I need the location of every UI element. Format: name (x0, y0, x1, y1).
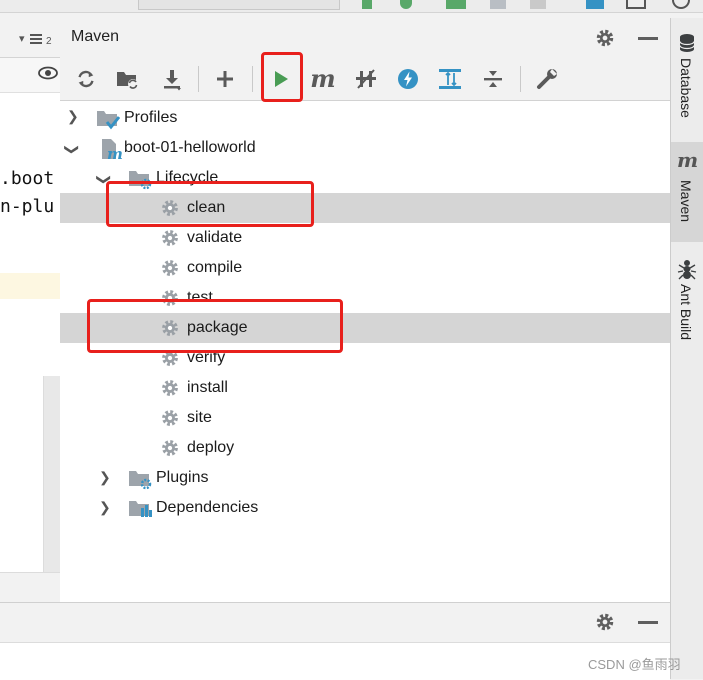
goal-label: install (187, 379, 228, 396)
gear-icon[interactable] (594, 27, 616, 49)
collapse-all-button[interactable] (478, 64, 508, 94)
maven-settings-button[interactable] (533, 64, 563, 94)
download-icon (164, 70, 181, 91)
dependencies-folder-icon (129, 501, 152, 517)
tab-label-database: Database (678, 58, 694, 118)
editor-tab-header: ▾ 2 (0, 22, 60, 58)
goal-gear-icon (162, 440, 178, 456)
annotation-run-highlight (261, 52, 303, 102)
run-icon-top[interactable] (362, 0, 372, 9)
profiles-folder-icon (97, 111, 120, 130)
tab-label-ant-build: Ant Build (678, 284, 694, 341)
database-icon (679, 34, 695, 52)
maven-project-icon: m (102, 139, 122, 161)
lifecycle-goal-row-deploy[interactable] (60, 433, 670, 463)
toggle-offline-icon (356, 69, 376, 89)
goal-label: compile (187, 259, 243, 276)
bottom-panel-content (0, 642, 670, 680)
run-config-dropdown[interactable] (138, 0, 340, 10)
toolbar-separator (252, 66, 253, 92)
dropdown-icon[interactable]: ▾ (19, 32, 25, 45)
chevron-right-icon[interactable]: ❯ (67, 108, 79, 125)
generate-sources-button[interactable] (113, 64, 143, 94)
add-icon (217, 71, 233, 87)
editor-subheader (0, 58, 60, 93)
skip-tests-button[interactable] (393, 64, 423, 94)
minimize-icon[interactable] (638, 621, 658, 624)
lifecycle-goal-row-validate[interactable] (60, 223, 670, 253)
stop-icon-top[interactable] (530, 0, 546, 9)
reimport-icon (78, 70, 94, 88)
toolbar-separator (198, 66, 199, 92)
coverage-icon-top[interactable] (446, 0, 466, 9)
reimport-button[interactable] (71, 64, 101, 94)
goal-gear-icon (162, 410, 178, 426)
toggle-offline-button[interactable] (351, 64, 381, 94)
chevron-down-icon[interactable]: ❯ (63, 144, 80, 156)
minimize-icon[interactable] (638, 37, 658, 40)
goal-label: validate (187, 229, 243, 246)
code-line: .boot (0, 168, 55, 189)
generate-sources-icon (117, 72, 138, 89)
execute-goal-icon: m (310, 64, 336, 93)
annotation-package-highlight (87, 299, 343, 353)
chevron-right-icon[interactable]: ❯ (99, 469, 111, 486)
project-label: boot-01-helloworld (124, 139, 256, 156)
watermark-text: CSDN @鱼雨羽 (588, 657, 681, 672)
goal-gear-icon (162, 230, 178, 246)
profiles-label: Profiles (124, 109, 178, 126)
dependencies-label: Dependencies (156, 499, 259, 516)
editor-scrollbar[interactable] (43, 376, 61, 572)
goal-label: deploy (187, 439, 235, 456)
maven-panel-title: Maven (71, 28, 120, 45)
svg-text:m: m (107, 145, 122, 161)
current-line-highlight (0, 273, 60, 299)
plugins-label: Plugins (156, 469, 209, 486)
code-line: n-plu (0, 196, 55, 217)
toolbar-separator (520, 66, 521, 92)
search-icon-top[interactable] (672, 0, 690, 9)
wrench-icon (537, 69, 557, 89)
lifecycle-goal-row-site[interactable] (60, 403, 670, 433)
skip-tests-icon (398, 69, 418, 89)
download-button[interactable] (157, 64, 187, 94)
goal-gear-icon (162, 260, 178, 276)
profile-icon-top[interactable] (490, 0, 506, 9)
window-icon-top[interactable] (626, 0, 646, 9)
ant-icon (677, 260, 697, 280)
eye-icon[interactable] (38, 66, 58, 80)
annotation-clean-highlight (106, 181, 314, 227)
debug-icon-top[interactable] (400, 0, 412, 9)
maven-icon: m (677, 148, 699, 172)
add-button[interactable] (210, 64, 240, 94)
lifecycle-goal-row-compile[interactable] (60, 253, 670, 283)
editor-bottom-bar (0, 572, 60, 603)
lifecycle-goal-row-install[interactable] (60, 373, 670, 403)
tab-label-maven: Maven (678, 180, 694, 223)
execute-goal-button[interactable]: m (308, 64, 338, 94)
show-dependencies-button[interactable] (435, 64, 465, 94)
goal-label: site (187, 409, 212, 426)
maven-panel-header (60, 18, 670, 59)
plugins-folder-icon (129, 471, 152, 490)
gear-icon[interactable] (594, 611, 616, 633)
collapse-all-icon (484, 71, 502, 87)
chevron-right-icon[interactable]: ❯ (99, 499, 111, 516)
top-toolbar-strip (0, 0, 703, 13)
sort-lines-count: 2 (46, 36, 52, 47)
goal-gear-icon (162, 380, 178, 396)
bottom-panel-header (0, 602, 670, 643)
structure-icon-top[interactable] (586, 0, 604, 9)
show-dependencies-icon (439, 69, 461, 89)
